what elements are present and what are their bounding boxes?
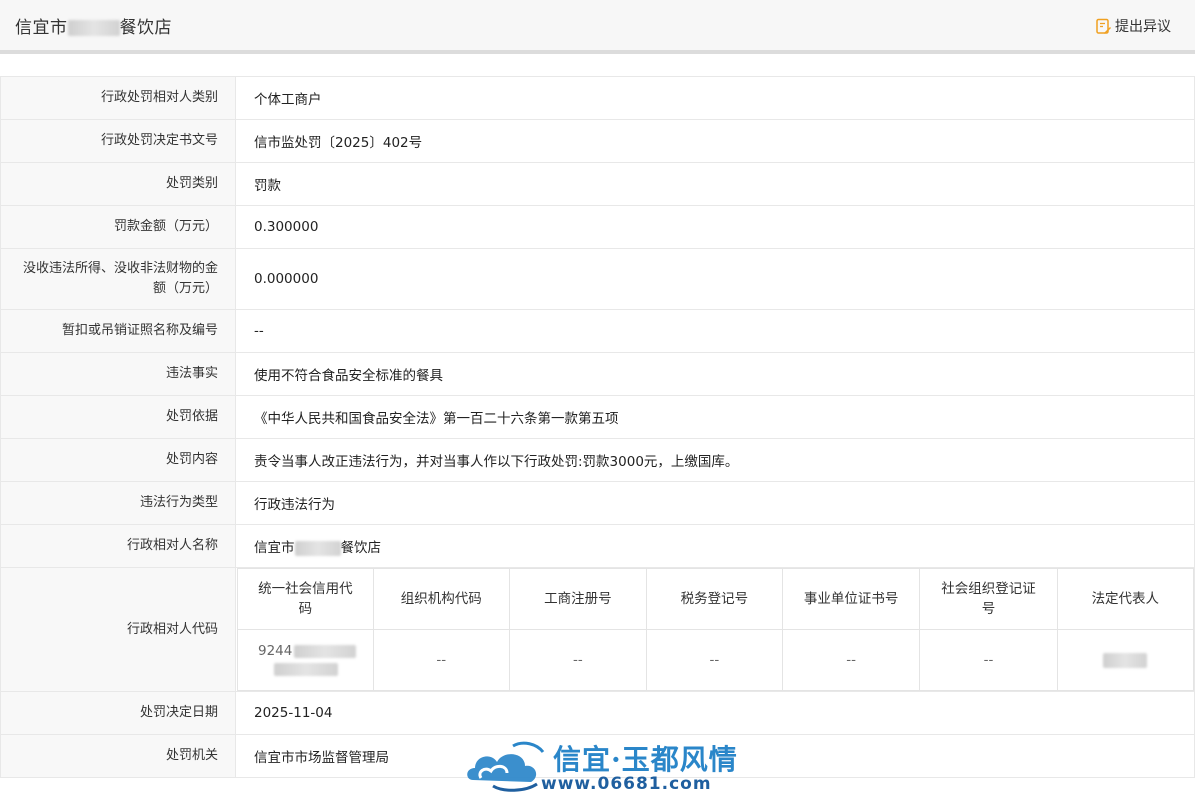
row-label: 处罚依据 (0, 395, 236, 439)
row-value: 0.000000 (235, 248, 1195, 310)
column-header-text: 事业单位证书号 (803, 591, 899, 607)
row-label: 没收违法所得、没收非法财物的金额（万元） (0, 248, 236, 310)
cell-value: -- (372, 629, 510, 691)
title-suffix: 餐饮店 (119, 18, 172, 38)
table-row: 暂扣或吊销证照名称及编号 -- (0, 309, 1195, 353)
edit-document-icon (1096, 18, 1111, 34)
objection-button[interactable]: 提出异议 (1095, 16, 1171, 36)
row-label: 行政相对人名称 (0, 524, 236, 568)
redacted-name (294, 540, 341, 556)
cell-value: -- (508, 629, 647, 691)
column-header: 事业单位证书号 (781, 568, 921, 630)
row-value: 个体工商户 (235, 76, 1195, 120)
row-value: 《中华人民共和国食品安全法》第一百二十六条第一款第五项 (235, 395, 1195, 439)
redacted-code (274, 662, 338, 676)
row-label: 处罚决定日期 (0, 691, 236, 735)
column-header: 社会组织登记证号 (919, 568, 1058, 630)
table-row: 行政处罚相对人类别 个体工商户 (0, 76, 1195, 120)
redacted-name (67, 20, 120, 36)
party-code-table: 统一社会信用代码 组织机构代码 工商注册号 税务登记号 事业单位证书号 社会组织… (237, 568, 1195, 691)
row-label: 罚款金额（万元） (0, 205, 236, 249)
table-row: 违法行为类型 行政违法行为 (0, 481, 1195, 525)
objection-label: 提出异议 (1115, 19, 1171, 35)
credit-code-visible: 9244 (258, 643, 293, 659)
row-value: 0.300000 (235, 205, 1195, 249)
table-row: 没收违法所得、没收非法财物的金额（万元） 0.000000 (0, 248, 1195, 310)
watermark-url: www.06681.com (541, 774, 712, 794)
row-label-text: 没收违法所得、没收非法财物的金额（万元） (22, 261, 218, 296)
row-label: 处罚类别 (0, 162, 236, 206)
party-code-cell: 统一社会信用代码 组织机构代码 工商注册号 税务登记号 事业单位证书号 社会组织… (235, 567, 1195, 692)
watermark-name: 信宜·玉都风情 (553, 743, 738, 776)
party-name-suffix: 餐饮店 (340, 540, 382, 556)
row-label: 处罚机关 (0, 734, 236, 778)
row-value: 罚款 (235, 162, 1195, 206)
column-header: 税务登记号 (645, 568, 783, 630)
table-row: 处罚决定日期 2025-11-04 (0, 691, 1195, 735)
row-value: 2025-11-04 (235, 691, 1195, 735)
row-label: 违法事实 (0, 352, 236, 396)
column-header: 统一社会信用代码 (237, 568, 374, 630)
site-watermark: 信宜·玉都风情 www.06681.com (463, 738, 743, 798)
title-prefix: 信宜市 (15, 18, 68, 38)
row-label: 行政处罚决定书文号 (0, 119, 236, 163)
row-label: 行政相对人代码 (0, 567, 236, 692)
redacted-legal-rep (1103, 652, 1148, 668)
party-code-data-row: 9244 -- -- -- -- -- (237, 629, 1195, 691)
row-value: -- (235, 309, 1195, 353)
party-code-header-row: 统一社会信用代码 组织机构代码 工商注册号 税务登记号 事业单位证书号 社会组织… (237, 568, 1195, 630)
row-label: 暂扣或吊销证照名称及编号 (0, 309, 236, 353)
column-header: 法定代表人 (1056, 568, 1195, 630)
credit-code-cell: 9244 (237, 629, 374, 691)
table-row: 罚款金额（万元） 0.300000 (0, 205, 1195, 249)
page-title: 信宜市 餐饮店 (15, 13, 172, 38)
page-header: 信宜市 餐饮店 提出异议 (0, 0, 1195, 54)
row-value: 责令当事人改正违法行为，并对当事人作以下行政处罚:罚款3000元，上缴国库。 (235, 438, 1195, 482)
table-row: 处罚内容 责令当事人改正违法行为，并对当事人作以下行政处罚:罚款3000元，上缴… (0, 438, 1195, 482)
table-row: 处罚依据 《中华人民共和国食品安全法》第一百二十六条第一款第五项 (0, 395, 1195, 439)
column-header-text: 社会组织登记证号 (941, 581, 1036, 617)
row-label: 处罚内容 (0, 438, 236, 482)
table-row: 行政相对人名称 信宜市 餐饮店 (0, 524, 1195, 568)
cell-value: -- (645, 629, 783, 691)
row-label: 违法行为类型 (0, 481, 236, 525)
redacted-code (294, 644, 357, 658)
table-row: 违法事实 使用不符合食品安全标准的餐具 (0, 352, 1195, 396)
penalty-details-table: 行政处罚相对人类别 个体工商户 行政处罚决定书文号 信市监处罚〔2025〕402… (0, 76, 1195, 778)
cell-value: -- (919, 629, 1058, 691)
row-value: 使用不符合食品安全标准的餐具 (235, 352, 1195, 396)
row-value: 行政违法行为 (235, 481, 1195, 525)
table-row: 行政处罚决定书文号 信市监处罚〔2025〕402号 (0, 119, 1195, 163)
column-header: 组织机构代码 (372, 568, 510, 630)
row-value: 信市监处罚〔2025〕402号 (235, 119, 1195, 163)
legal-rep-cell (1056, 629, 1195, 691)
row-value: 信宜市 餐饮店 (235, 524, 1195, 568)
row-label: 行政处罚相对人类别 (0, 76, 236, 120)
table-row: 处罚类别 罚款 (0, 162, 1195, 206)
column-header-text: 统一社会信用代码 (258, 581, 353, 617)
party-name-prefix: 信宜市 (254, 540, 295, 556)
cloud-logo-icon (467, 741, 545, 792)
table-row: 行政相对人代码 统一社会信用代码 组织机构代码 工商注册号 税务登记号 事业单位… (0, 567, 1195, 692)
column-header: 工商注册号 (508, 568, 647, 630)
cell-value: -- (781, 629, 921, 691)
